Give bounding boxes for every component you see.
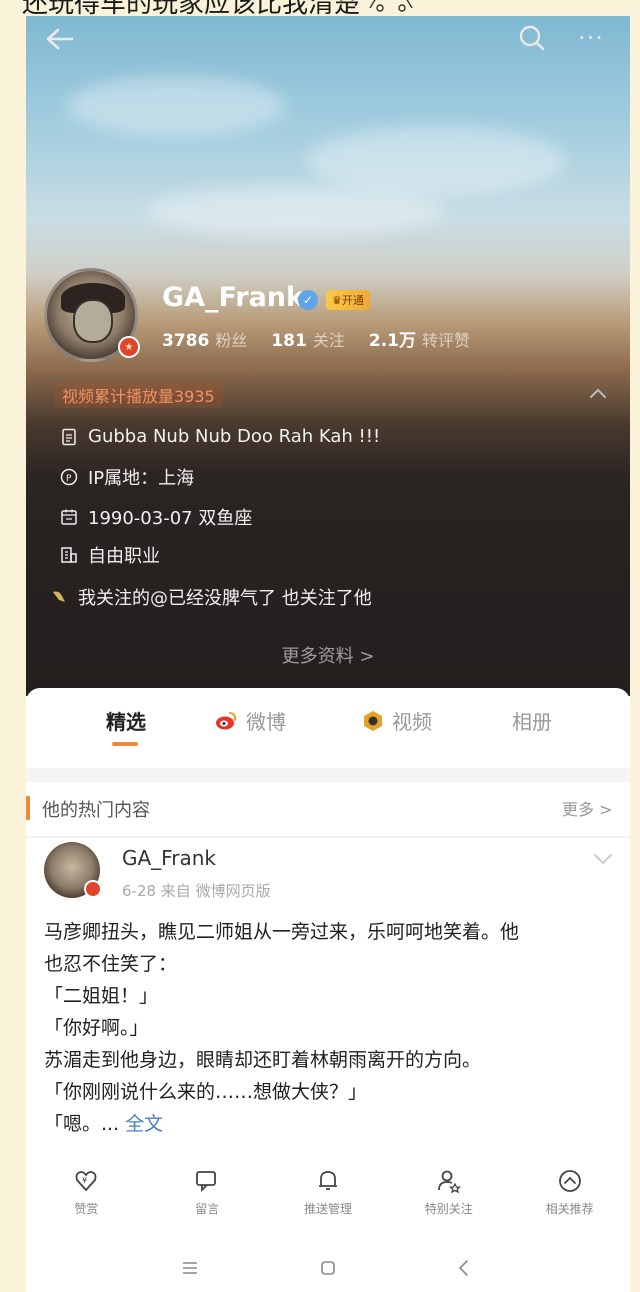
bell-icon	[318, 1171, 337, 1190]
section-accent-bar	[26, 796, 30, 820]
birthday-text: 1990-03-07 双鱼座	[88, 508, 253, 529]
post-last-text: 「嗯。...	[44, 1113, 120, 1135]
post-author[interactable]: GA_Frank	[122, 846, 216, 870]
more-icon[interactable]: ···	[578, 24, 618, 52]
profile-stats: 3786 粉丝 181 关注 2.1万 转评赞	[162, 326, 470, 351]
recommend-icon	[558, 1170, 581, 1192]
search-icon[interactable]	[516, 22, 548, 54]
svg-text:¥: ¥	[82, 1176, 87, 1185]
message-icon	[196, 1171, 217, 1193]
profile-banner: ··· ★ GA_Frank ✓ ♛ 开通 3786 粉丝 181 关注 2.1万转…	[26, 16, 630, 696]
post-line: 「你刚刚说什么来的……想做大侠？」	[44, 1081, 368, 1103]
tab-label: 相册	[512, 710, 552, 734]
bio-row: Gubba Nub Nub Doo Rah Kah !!!	[60, 426, 380, 447]
back-arrow-icon[interactable]	[42, 24, 78, 54]
tab-video[interactable]: 视频	[362, 706, 432, 735]
post-avatar-badge-icon	[84, 880, 102, 898]
section-divider	[26, 768, 630, 782]
birthday-row: 1990-03-07 双鱼座	[60, 504, 252, 530]
ip-row: P IP属地：上海	[60, 464, 194, 490]
crown-icon: ♛	[332, 293, 342, 307]
profile-actions-bar: ¥ 赞赏 留言 推送管理 特别关注 相关推荐	[26, 1168, 630, 1228]
stat-reposts-likes[interactable]: 2.1万 转评赞	[369, 326, 470, 351]
stat-label: 粉丝	[215, 331, 248, 350]
avatar-badge-icon: ★	[118, 336, 140, 358]
svg-text:P: P	[66, 474, 72, 484]
hot-more-link[interactable]: 更多 >	[562, 796, 613, 820]
stat-label: 转评赞	[421, 331, 470, 350]
phone-screen: ··· ★ GA_Frank ✓ ♛ 开通 3786 粉丝 181 关注 2.1万转…	[26, 16, 630, 1292]
reward-button[interactable]: ¥ 赞赏	[26, 1168, 147, 1228]
tab-featured[interactable]: 精选	[106, 706, 146, 735]
video-play-count: 视频累计播放量3935	[54, 382, 223, 408]
post-line: 「你好啊。」	[44, 1017, 149, 1039]
action-label: 推送管理	[303, 1202, 352, 1216]
ip-location-icon: P	[60, 468, 78, 486]
more-info-link[interactable]: 更多资料 >	[26, 642, 630, 668]
full-text-link[interactable]: 全文	[125, 1113, 163, 1135]
post-line: 「二姐姐！」	[44, 985, 159, 1007]
special-follow-icon	[437, 1170, 461, 1194]
message-button[interactable]: 留言	[147, 1168, 268, 1228]
menu-icon[interactable]	[180, 1258, 200, 1278]
post-line: 马彦卿扭头，瞧见二师姐从一旁过来，乐呵呵地笑着。他	[44, 921, 520, 943]
bio-text: Gubba Nub Nub Doo Rah Kah !!!	[88, 426, 381, 447]
mutual-follow-text: 我关注的@已经没脾气了 也关注了他	[78, 588, 372, 609]
tab-bar: 精选 微博 视频 相册	[26, 688, 630, 764]
action-label: 赞赏	[74, 1202, 99, 1216]
car-icon	[369, 0, 413, 12]
special-follow-button[interactable]: 特别关注	[388, 1168, 509, 1228]
chevron-down-icon[interactable]	[592, 852, 614, 866]
chevron-up-icon[interactable]	[586, 384, 610, 404]
mutual-follow-row[interactable]: 我关注的@已经没脾气了 也关注了他	[50, 584, 372, 610]
verified-icon: ✓	[298, 290, 318, 310]
post-line-last: 「嗯。... 全文	[44, 1108, 624, 1140]
stat-number: 181	[271, 331, 307, 351]
stat-following[interactable]: 181 关注	[271, 327, 345, 351]
home-icon[interactable]	[318, 1258, 338, 1278]
related-recommend-button[interactable]: 相关推荐	[509, 1168, 630, 1228]
caption: 还玩得车的玩家应该比我清楚	[22, 0, 416, 19]
hot-content-title: 他的热门内容	[42, 800, 150, 821]
vip-badge[interactable]: ♛ 开通	[326, 290, 370, 310]
post-body[interactable]: 马彦卿扭头，瞧见二师姐从一旁过来，乐呵呵地笑着。他 也忍不住笑了： 「二姐姐！」…	[44, 916, 624, 1140]
calendar-icon	[61, 509, 77, 525]
stat-number: 3786	[162, 331, 210, 351]
tab-weibo[interactable]: 微博	[214, 706, 286, 735]
post-meta: 6-28 来自 微博网页版	[122, 882, 271, 900]
video-icon	[364, 710, 382, 731]
divider	[26, 836, 630, 838]
hot-content-header: 他的热门内容 更多 >	[26, 782, 630, 836]
system-nav-bar	[26, 1248, 630, 1288]
back-nav-icon[interactable]	[454, 1258, 474, 1278]
stat-fans[interactable]: 3786 粉丝	[162, 327, 247, 351]
action-label: 留言	[195, 1202, 220, 1216]
tab-label: 微博	[246, 710, 286, 734]
push-settings-button[interactable]: 推送管理	[268, 1168, 389, 1228]
document-icon	[62, 428, 76, 445]
weibo-icon	[216, 711, 237, 729]
post-line: 也忍不住笑了：	[44, 953, 178, 975]
action-label: 相关推荐	[545, 1202, 594, 1216]
active-tab-indicator	[112, 742, 138, 746]
post-line: 苏湄走到他身边，眼睛却还盯着林朝雨离开的方向。	[44, 1049, 482, 1071]
vip-label: 开通	[341, 294, 364, 307]
follow-note-icon	[53, 591, 65, 602]
stat-label: 关注	[312, 331, 345, 350]
occupation-icon	[61, 547, 77, 563]
tab-album[interactable]: 相册	[512, 706, 552, 735]
action-label: 特别关注	[424, 1202, 473, 1216]
tab-label: 视频	[392, 710, 432, 734]
stat-number: 2.1万	[368, 331, 416, 351]
occupation-text: 自由职业	[88, 546, 160, 567]
reward-icon: ¥	[75, 1171, 97, 1192]
username: GA_Frank	[162, 282, 304, 313]
tab-label: 精选	[106, 710, 146, 734]
occupation-row: 自由职业	[60, 542, 160, 568]
ip-text: IP属地：上海	[88, 468, 195, 489]
